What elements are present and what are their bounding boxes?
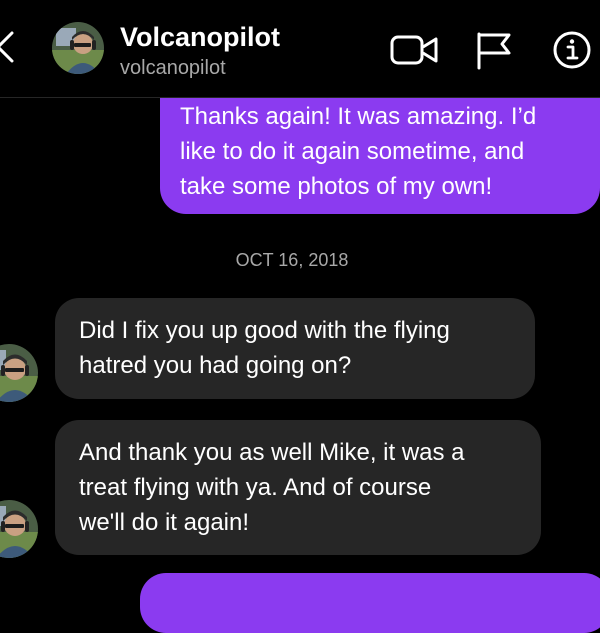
message-line: Did I fix you up good with the flying — [79, 317, 450, 344]
message-line: And thank you as well Mike, it was a — [79, 439, 465, 466]
contact-handle: volcanopilot — [120, 57, 226, 79]
contact-name: Volcanopilot — [120, 22, 280, 52]
avatar-photo — [0, 344, 38, 402]
message-line: we'll do it again! — [79, 509, 250, 536]
info-icon — [553, 31, 591, 69]
message-line: treat flying with ya. And of course — [79, 474, 432, 501]
message-line: take some photos of my own! — [180, 173, 493, 200]
chat-header: Volcanopilot volcanopilot — [0, 0, 600, 98]
flag-icon — [477, 32, 511, 70]
received-message-bubble[interactable]: Did I fix you up good with the flying ha… — [55, 298, 535, 399]
message-line: hatred you had going on? — [79, 352, 352, 379]
message-line: like to do it again sometime, and — [180, 138, 525, 165]
sender-avatar[interactable] — [0, 500, 38, 558]
chevron-left-icon — [0, 31, 14, 63]
video-camera-icon — [390, 35, 438, 65]
date-separator: OCT 16, 2018 — [235, 250, 349, 270]
avatar-photo — [0, 500, 38, 558]
info-button[interactable] — [552, 30, 592, 70]
sent-message-bubble[interactable] — [140, 573, 600, 633]
report-button[interactable] — [474, 30, 514, 70]
message-line: Thanks again! It was amazing. I’d — [180, 103, 537, 130]
chat-title-block[interactable]: Volcanopilot volcanopilot — [120, 20, 280, 81]
back-button[interactable] — [0, 30, 18, 64]
sender-avatar[interactable] — [0, 344, 38, 402]
avatar-photo — [52, 22, 104, 74]
video-call-button[interactable] — [390, 30, 440, 70]
received-message-bubble[interactable]: And thank you as well Mike, it was a tre… — [55, 420, 541, 555]
profile-avatar[interactable] — [52, 22, 104, 74]
